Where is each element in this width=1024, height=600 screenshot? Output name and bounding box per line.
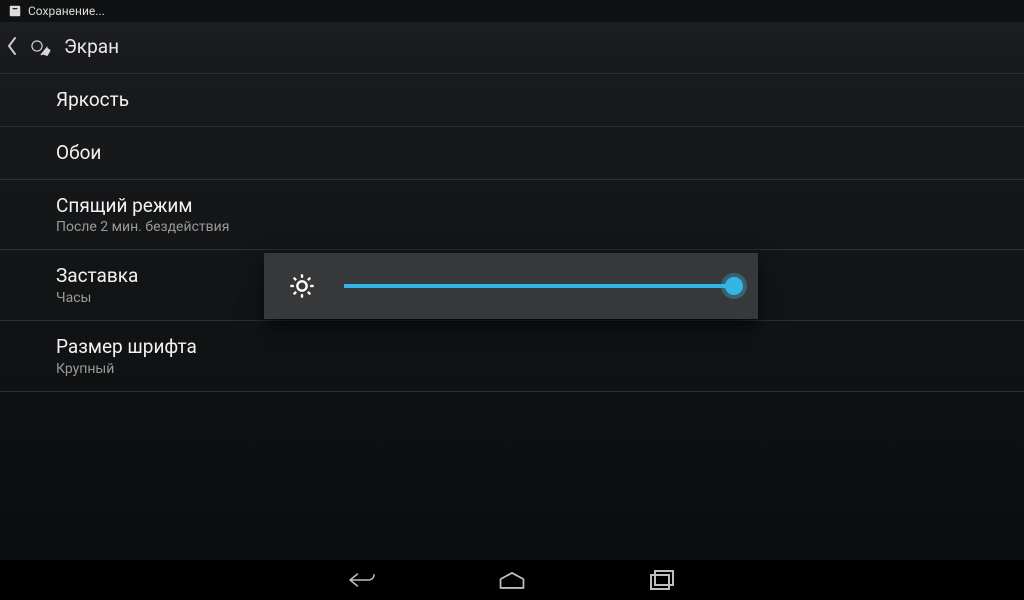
save-icon bbox=[8, 4, 22, 18]
navigation-bar bbox=[0, 560, 1024, 600]
action-bar: Экран bbox=[0, 22, 1024, 70]
nav-recents-button[interactable] bbox=[632, 562, 692, 598]
brightness-icon bbox=[288, 272, 316, 300]
slider-thumb[interactable] bbox=[725, 277, 743, 295]
setting-title: Обои bbox=[56, 141, 1004, 165]
nav-back-button[interactable] bbox=[332, 562, 392, 598]
setting-summary: После 2 мин. бездействия bbox=[56, 219, 1004, 235]
brightness-slider[interactable] bbox=[344, 283, 734, 289]
brightness-dialog bbox=[264, 253, 758, 319]
setting-sleep[interactable]: Спящий режим После 2 мин. бездействия bbox=[0, 180, 1024, 251]
setting-title: Размер шрифта bbox=[56, 335, 1004, 359]
setting-brightness[interactable]: Яркость bbox=[0, 74, 1024, 127]
setting-title: Спящий режим bbox=[56, 194, 1004, 218]
statusbar-label: Сохранение... bbox=[28, 4, 105, 18]
setting-summary: Крупный bbox=[56, 361, 1004, 377]
settings-gear-icon[interactable] bbox=[20, 29, 54, 63]
back-caret-icon[interactable] bbox=[6, 36, 18, 56]
settings-list: Яркость Обои Спящий режим После 2 мин. б… bbox=[0, 74, 1024, 392]
nav-home-button[interactable] bbox=[482, 562, 542, 598]
setting-wallpaper[interactable]: Обои bbox=[0, 127, 1024, 180]
slider-fill bbox=[344, 284, 734, 288]
page-title: Экран bbox=[64, 35, 119, 58]
setting-title: Яркость bbox=[56, 88, 1004, 112]
status-bar: Сохранение... bbox=[0, 0, 1024, 22]
setting-font-size[interactable]: Размер шрифта Крупный bbox=[0, 321, 1024, 392]
